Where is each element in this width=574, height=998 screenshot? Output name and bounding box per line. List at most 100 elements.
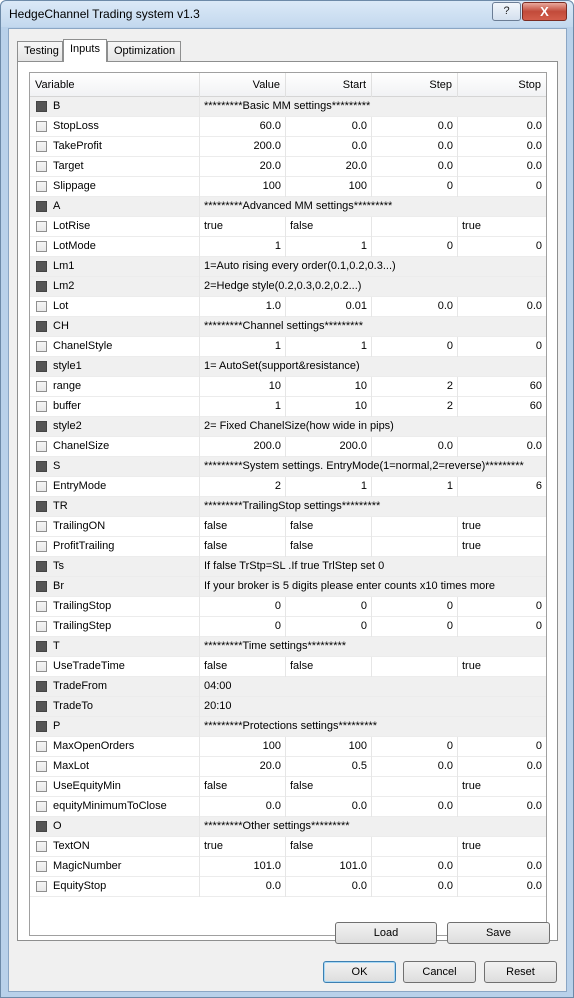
step-cell[interactable]: 0.0: [372, 157, 458, 177]
stop-cell[interactable]: true: [458, 837, 546, 857]
close-button[interactable]: X: [522, 2, 567, 21]
start-cell[interactable]: 100: [286, 177, 372, 197]
ok-button[interactable]: OK: [323, 961, 396, 983]
optimize-checkbox[interactable]: [36, 341, 47, 352]
step-cell[interactable]: 0.0: [372, 297, 458, 317]
table-row[interactable]: style2 2= Fixed ChanelSize(how wide in pi…: [30, 417, 546, 437]
column-header-stop[interactable]: Stop: [458, 73, 546, 97]
table-row[interactable]: O *********Other settings*********: [30, 817, 546, 837]
table-row[interactable]: ChanelStyle 1 1 0 0: [30, 337, 546, 357]
start-cell[interactable]: 0.0: [286, 797, 372, 817]
tab-testing[interactable]: Testing: [17, 41, 63, 61]
optimize-checkbox[interactable]: [36, 481, 47, 492]
step-cell[interactable]: 0: [372, 597, 458, 617]
start-cell[interactable]: false: [286, 837, 372, 857]
table-row[interactable]: CH *********Channel settings*********: [30, 317, 546, 337]
optimize-checkbox[interactable]: [36, 241, 47, 252]
tab-optimization[interactable]: Optimization: [107, 41, 181, 61]
value-cell[interactable]: 20.0: [200, 157, 286, 177]
stop-cell[interactable]: 0.0: [458, 757, 546, 777]
help-button[interactable]: ?: [492, 2, 521, 21]
step-cell[interactable]: 2: [372, 397, 458, 417]
table-row[interactable]: style1 1= AutoSet(support&resistance): [30, 357, 546, 377]
stop-cell[interactable]: true: [458, 777, 546, 797]
start-cell[interactable]: false: [286, 217, 372, 237]
table-row[interactable]: UseEquityMin false false true: [30, 777, 546, 797]
column-header-step[interactable]: Step: [372, 73, 458, 97]
optimize-checkbox[interactable]: [36, 281, 47, 292]
table-row[interactable]: Target 20.0 20.0 0.0 0.0: [30, 157, 546, 177]
step-cell[interactable]: [372, 837, 458, 857]
step-cell[interactable]: 0.0: [372, 137, 458, 157]
table-row[interactable]: TextON true false true: [30, 837, 546, 857]
table-row[interactable]: A *********Advanced MM settings*********: [30, 197, 546, 217]
value-cell[interactable]: 60.0: [200, 117, 286, 137]
stop-cell[interactable]: 0: [458, 617, 546, 637]
value-cell[interactable]: false: [200, 777, 286, 797]
start-cell[interactable]: 0.0: [286, 117, 372, 137]
stop-cell[interactable]: 0.0: [458, 297, 546, 317]
value-cell[interactable]: 1=Auto rising every order(0.1,0.2,0.3...…: [200, 257, 546, 277]
load-button[interactable]: Load: [335, 922, 437, 944]
stop-cell[interactable]: 0.0: [458, 157, 546, 177]
value-cell[interactable]: 10: [200, 377, 286, 397]
value-cell[interactable]: 1: [200, 237, 286, 257]
optimize-checkbox[interactable]: [36, 161, 47, 172]
column-header-value[interactable]: Value: [200, 73, 286, 97]
stop-cell[interactable]: 0.0: [458, 437, 546, 457]
optimize-checkbox[interactable]: [36, 201, 47, 212]
table-row[interactable]: TR *********TrailingStop settings********…: [30, 497, 546, 517]
stop-cell[interactable]: 0: [458, 177, 546, 197]
value-cell[interactable]: true: [200, 837, 286, 857]
step-cell[interactable]: 0.0: [372, 117, 458, 137]
value-cell[interactable]: *********Channel settings*********: [200, 317, 546, 337]
optimize-checkbox[interactable]: [36, 321, 47, 332]
table-row[interactable]: B *********Basic MM settings*********: [30, 97, 546, 117]
optimize-checkbox[interactable]: [36, 541, 47, 552]
value-cell[interactable]: *********Protections settings*********: [200, 717, 546, 737]
start-cell[interactable]: false: [286, 777, 372, 797]
step-cell[interactable]: 0: [372, 617, 458, 637]
value-cell[interactable]: 200.0: [200, 137, 286, 157]
optimize-checkbox[interactable]: [36, 721, 47, 732]
table-row[interactable]: TradeFrom 04:00: [30, 677, 546, 697]
stop-cell[interactable]: 0: [458, 597, 546, 617]
stop-cell[interactable]: 6: [458, 477, 546, 497]
optimize-checkbox[interactable]: [36, 761, 47, 772]
table-row[interactable]: Ts If false TrStp=SL .If true TrlStep set…: [30, 557, 546, 577]
value-cell[interactable]: true: [200, 217, 286, 237]
start-cell[interactable]: 0.5: [286, 757, 372, 777]
column-header-variable[interactable]: Variable: [30, 73, 200, 97]
table-row[interactable]: ProfitTrailing false false true: [30, 537, 546, 557]
value-cell[interactable]: If false TrStp=SL .If true TrlStep set 0: [200, 557, 546, 577]
step-cell[interactable]: 0.0: [372, 857, 458, 877]
stop-cell[interactable]: 0.0: [458, 877, 546, 897]
start-cell[interactable]: 0.0: [286, 137, 372, 157]
start-cell[interactable]: false: [286, 657, 372, 677]
value-cell[interactable]: *********Other settings*********: [200, 817, 546, 837]
optimize-checkbox[interactable]: [36, 701, 47, 712]
table-row[interactable]: MaxLot 20.0 0.5 0.0 0.0: [30, 757, 546, 777]
start-cell[interactable]: 10: [286, 397, 372, 417]
optimize-checkbox[interactable]: [36, 621, 47, 632]
stop-cell[interactable]: true: [458, 657, 546, 677]
optimize-checkbox[interactable]: [36, 581, 47, 592]
step-cell[interactable]: 0.0: [372, 877, 458, 897]
optimize-checkbox[interactable]: [36, 421, 47, 432]
optimize-checkbox[interactable]: [36, 501, 47, 512]
optimize-checkbox[interactable]: [36, 141, 47, 152]
table-row[interactable]: UseTradeTime false false true: [30, 657, 546, 677]
stop-cell[interactable]: 0.0: [458, 797, 546, 817]
step-cell[interactable]: 0.0: [372, 797, 458, 817]
start-cell[interactable]: 0: [286, 597, 372, 617]
optimize-checkbox[interactable]: [36, 121, 47, 132]
step-cell[interactable]: [372, 777, 458, 797]
value-cell[interactable]: 0.0: [200, 797, 286, 817]
table-row[interactable]: range 10 10 2 60: [30, 377, 546, 397]
stop-cell[interactable]: 0.0: [458, 857, 546, 877]
value-cell[interactable]: 100: [200, 177, 286, 197]
start-cell[interactable]: 100: [286, 737, 372, 757]
start-cell[interactable]: false: [286, 537, 372, 557]
table-row[interactable]: Lot 1.0 0.01 0.0 0.0: [30, 297, 546, 317]
start-cell[interactable]: 1: [286, 477, 372, 497]
